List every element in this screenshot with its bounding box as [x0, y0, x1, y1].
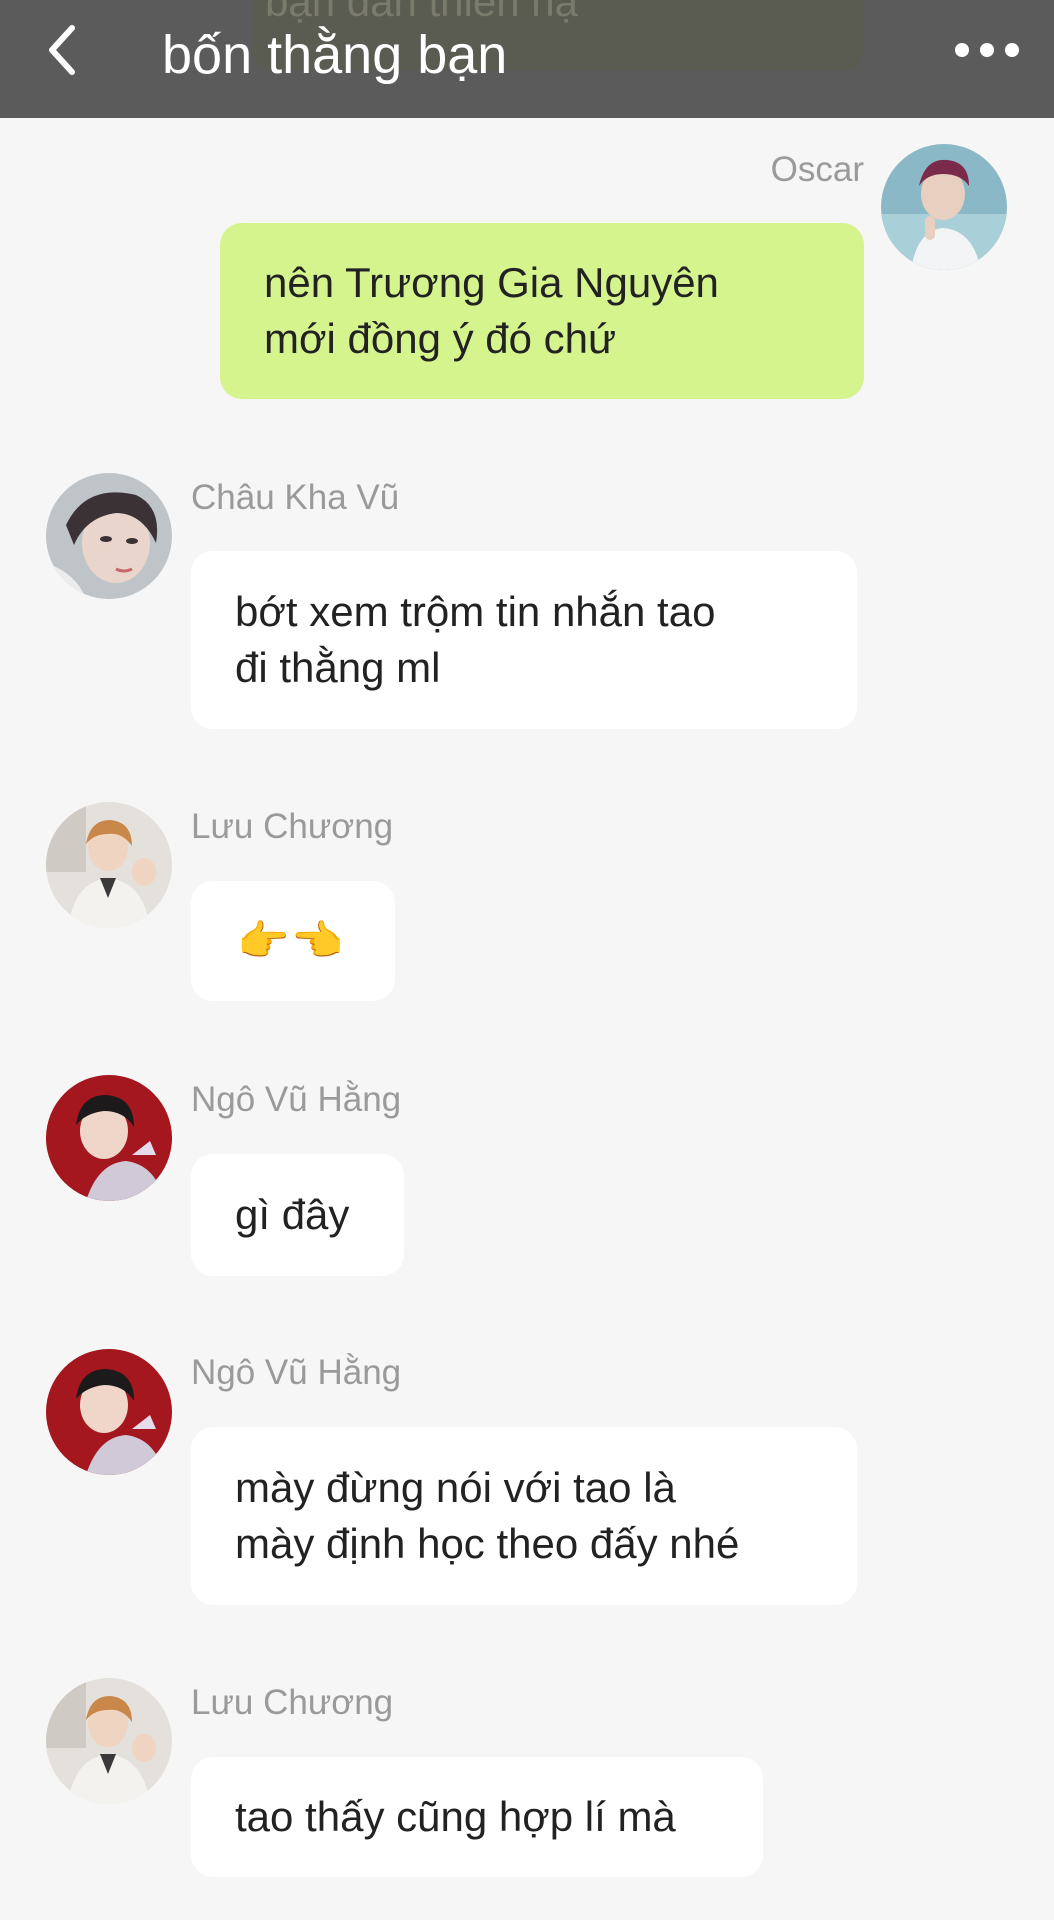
back-button[interactable]: [36, 20, 96, 80]
sender-name: Châu Kha Vũ: [191, 478, 400, 517]
pointing-fingers-emoji: 👉👈: [237, 917, 346, 964]
chat-header: bạn dân thiên hạ bốn thằng bạn: [0, 0, 1054, 118]
sender-name: Ngô Vũ Hằng: [191, 1080, 402, 1119]
message-bubble[interactable]: gì đây: [191, 1154, 404, 1276]
chat-title: bốn thằng bạn: [162, 25, 508, 85]
avatar-luu-chuong[interactable]: [46, 1678, 172, 1804]
message-bubble[interactable]: mày đừng nói với tao là mày định học the…: [191, 1427, 857, 1605]
avatar-oscar[interactable]: [881, 144, 1007, 270]
message-bubble-own[interactable]: nên Trương Gia Nguyên mới đồng ý đó chứ: [220, 223, 864, 399]
avatar-ngo-vu-hang[interactable]: [46, 1075, 172, 1201]
sender-name: Lưu Chương: [191, 807, 394, 846]
sender-name: Lưu Chương: [191, 1683, 394, 1722]
sender-name: Oscar: [770, 150, 864, 189]
more-options-button[interactable]: [952, 28, 1022, 72]
avatar-ngo-vu-hang[interactable]: [46, 1349, 172, 1475]
more-horizontal-icon: [955, 43, 1019, 57]
message-bubble[interactable]: 👉👈: [191, 881, 395, 1001]
avatar-chau-kha-vu[interactable]: [46, 473, 172, 599]
message-bubble[interactable]: tao thấy cũng hợp lí mà: [191, 1757, 763, 1877]
sender-name: Ngô Vũ Hằng: [191, 1353, 402, 1392]
message-bubble[interactable]: bớt xem trộm tin nhắn tao đi thằng ml: [191, 551, 857, 729]
avatar-luu-chuong[interactable]: [46, 802, 172, 928]
chevron-left-icon: [49, 25, 75, 75]
